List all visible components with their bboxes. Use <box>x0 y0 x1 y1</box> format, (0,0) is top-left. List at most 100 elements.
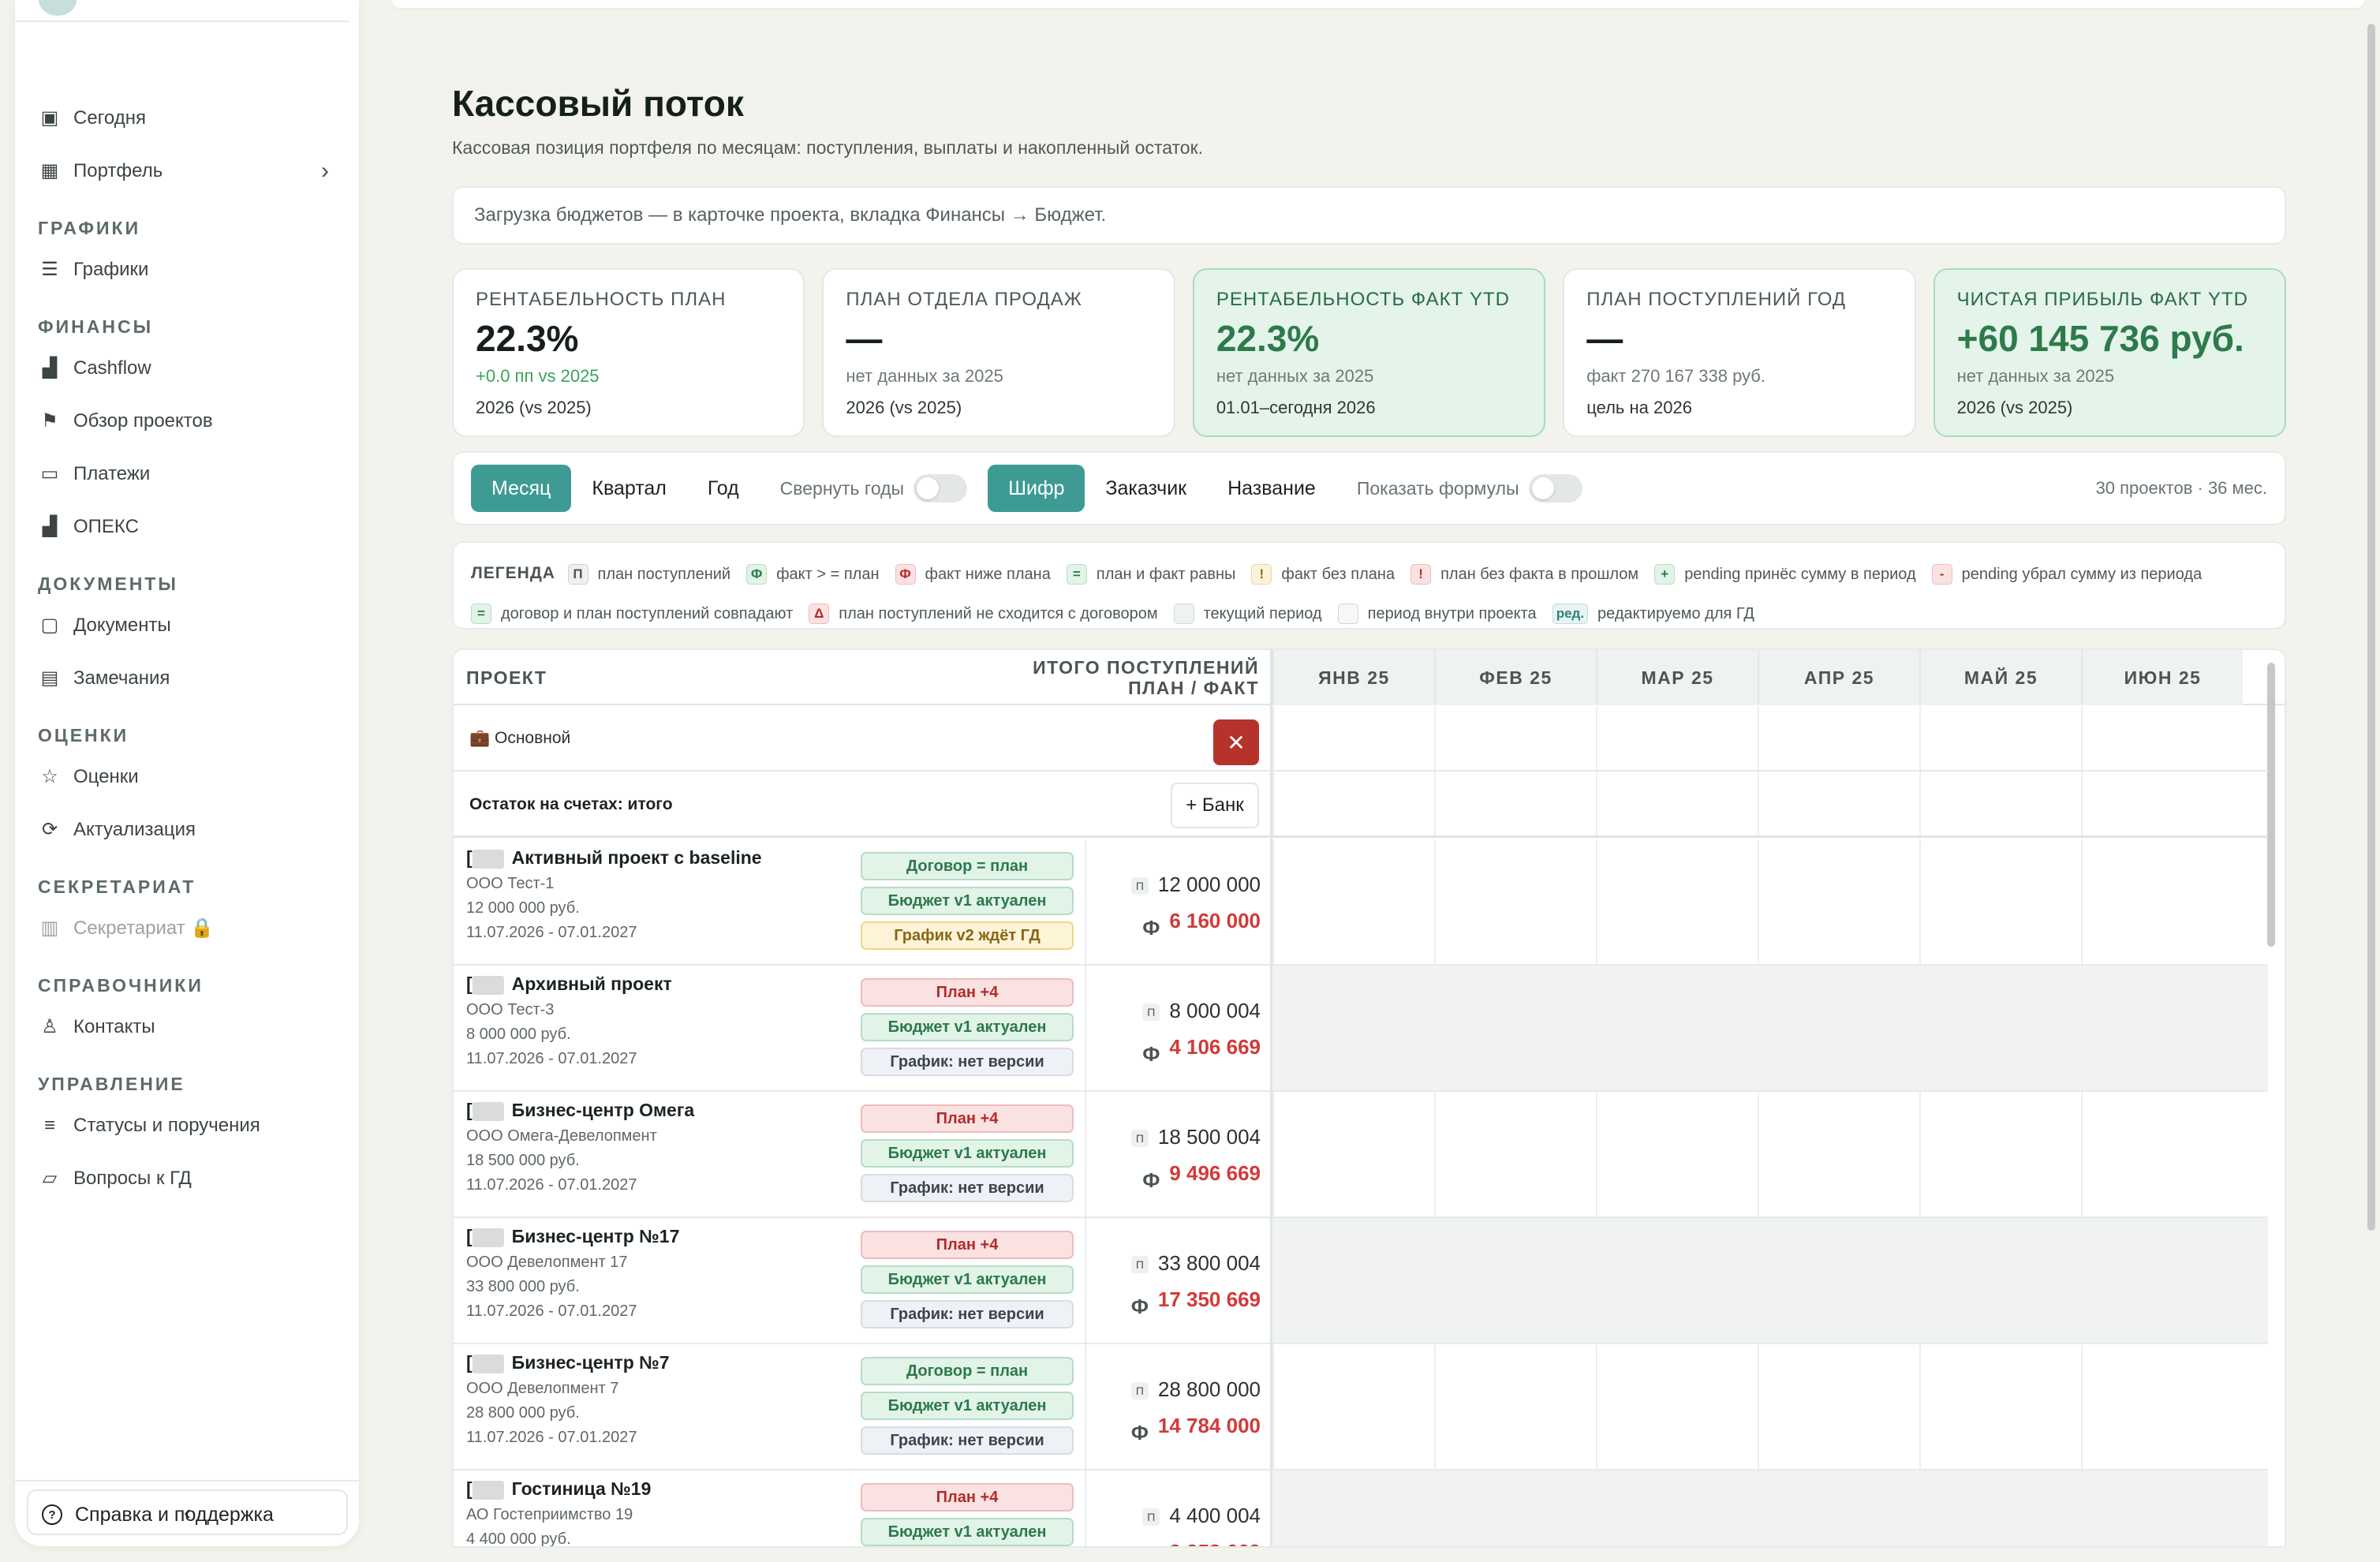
sidebar-item-замечания[interactable]: ▤ Замечания <box>15 652 359 704</box>
sidebar-item-контакты[interactable]: ♙ Контакты <box>15 1000 359 1053</box>
month-header[interactable]: АПР 25 <box>1758 650 1919 705</box>
project-name[interactable]: Бизнес-центр №17 <box>512 1226 680 1246</box>
month-header[interactable]: ЯНВ 25 <box>1272 650 1434 705</box>
month-cell[interactable] <box>1596 966 1758 1090</box>
sidebar-item-документы[interactable]: ▢ Документы <box>15 599 359 652</box>
sidebar-item-портфель[interactable]: ▦ Портфель › <box>15 144 359 197</box>
status-badge[interactable]: Бюджет v1 актуален <box>861 1265 1074 1294</box>
status-badge[interactable]: Бюджет v1 актуален <box>861 1392 1074 1420</box>
sidebar-item-платежи[interactable]: ▭ Платежи <box>15 447 359 500</box>
month-cell[interactable] <box>1919 1470 2081 1546</box>
page-scrollbar[interactable] <box>2367 24 2375 1231</box>
month-cell[interactable] <box>2081 1092 2243 1216</box>
month-cell[interactable] <box>1919 1092 2081 1216</box>
status-badge[interactable]: График: нет версии <box>861 1048 1074 1076</box>
month-cell[interactable] <box>1758 1218 1919 1343</box>
tab-name[interactable]: Название <box>1207 465 1336 512</box>
project-name[interactable]: Бизнес-центр Омега <box>512 1100 695 1120</box>
sidebar-item-оценки[interactable]: ☆ Оценки <box>15 750 359 803</box>
sidebar-item-сегодня[interactable]: ▣ Сегодня <box>15 92 359 144</box>
month-cell[interactable] <box>1434 839 1596 964</box>
month-cell[interactable] <box>1596 1470 1758 1546</box>
sidebar-item-cashflow[interactable]: ▟ Cashflow <box>15 342 359 394</box>
add-bank-button[interactable]: + Банк <box>1171 783 1259 828</box>
month-cell[interactable] <box>2081 1344 2243 1469</box>
month-cell[interactable] <box>2081 1470 2243 1546</box>
show-formulas-switch[interactable] <box>1528 474 1582 503</box>
month-cell[interactable] <box>1919 1218 2081 1343</box>
sidebar-item-актуализация[interactable]: ⟳ Актуализация <box>15 803 359 856</box>
project-row[interactable]: [Архивный проект ООО Тест-3 8 000 000 руб.… <box>454 966 1270 1092</box>
month-cell[interactable] <box>2081 966 2243 1090</box>
tab-code[interactable]: Шифр <box>988 465 1085 512</box>
month-cell[interactable] <box>2081 1218 2243 1343</box>
month-cell[interactable] <box>1272 1470 1434 1546</box>
status-badge[interactable]: План +4 <box>861 1104 1074 1133</box>
month-cell[interactable] <box>1758 1344 1919 1469</box>
status-badge[interactable]: План +4 <box>861 1483 1074 1512</box>
month-header[interactable]: МАР 25 <box>1596 650 1758 705</box>
project-row[interactable]: [Активный проект с baseline ООО Тест-1 12 … <box>454 839 1270 966</box>
sidebar-item-вопросы-к-гд[interactable]: ▱ Вопросы к ГД <box>15 1152 359 1205</box>
month-cell[interactable] <box>1434 1092 1596 1216</box>
month-cell[interactable] <box>1758 839 1919 964</box>
remove-group-button[interactable]: ✕ <box>1213 719 1259 765</box>
sidebar-item-графики[interactable]: ☰ Графики <box>15 243 359 296</box>
month-cell[interactable] <box>1272 1344 1434 1469</box>
tab-month[interactable]: Месяц <box>471 465 572 512</box>
status-badge[interactable]: План +4 <box>861 978 1074 1007</box>
project-name[interactable]: Бизнес-центр №7 <box>512 1352 670 1373</box>
status-badge[interactable]: Договор = план <box>861 1357 1074 1385</box>
project-name[interactable]: Архивный проект <box>512 973 672 994</box>
month-header[interactable]: ФЕВ 25 <box>1434 650 1596 705</box>
month-cell[interactable] <box>1758 1092 1919 1216</box>
sidebar-item-опекс[interactable]: ▟ ОПЕКС <box>15 500 359 553</box>
project-row[interactable]: [Бизнес-центр Омега ООО Омега-Девелопмент… <box>454 1092 1270 1218</box>
project-name[interactable]: Активный проект с baseline <box>512 847 762 868</box>
status-badge[interactable]: График: нет версии <box>861 1426 1074 1455</box>
project-name[interactable]: Гостиница №19 <box>512 1478 652 1499</box>
month-cell[interactable] <box>2081 839 2243 964</box>
project-row[interactable]: [Гостиница №19 АО Гостеприимство 19 4 400 … <box>454 1470 1270 1546</box>
month-cell[interactable] <box>1434 966 1596 1090</box>
month-cell[interactable] <box>1596 1344 1758 1469</box>
status-badge[interactable]: График: нет версии <box>861 1300 1074 1328</box>
tab-customer[interactable]: Заказчик <box>1085 465 1207 512</box>
status-badge[interactable]: Договор = план <box>861 852 1074 880</box>
month-cell[interactable] <box>1434 1218 1596 1343</box>
month-cell[interactable] <box>1919 1344 2081 1469</box>
tab-year[interactable]: Год <box>687 465 760 512</box>
status-badge[interactable]: Бюджет v1 актуален <box>861 1013 1074 1041</box>
status-badge[interactable]: Бюджет v1 актуален <box>861 1518 1074 1546</box>
month-header[interactable]: ИЮН 25 <box>2081 650 2243 705</box>
table-scrollbar[interactable] <box>2267 663 2275 947</box>
show-formulas-toggle[interactable]: Показать формулы <box>1357 474 1582 503</box>
status-badge[interactable]: Бюджет v1 актуален <box>861 887 1074 915</box>
month-cell[interactable] <box>1272 1218 1434 1343</box>
month-cell[interactable] <box>1596 1092 1758 1216</box>
project-row[interactable]: [Бизнес-центр №7 ООО Девелопмент 7 28 800 … <box>454 1344 1270 1470</box>
month-cell[interactable] <box>1272 839 1434 964</box>
sidebar-item-обзор-проектов[interactable]: ⚑ Обзор проектов <box>15 394 359 447</box>
month-cell[interactable] <box>1272 966 1434 1090</box>
month-cell[interactable] <box>1272 1092 1434 1216</box>
month-header[interactable]: МАЙ 25 <box>1919 650 2081 705</box>
month-cell[interactable] <box>1596 839 1758 964</box>
month-cell[interactable] <box>1596 1218 1758 1343</box>
month-cell[interactable] <box>1434 1470 1596 1546</box>
collapse-years-switch[interactable] <box>914 474 968 503</box>
sidebar-item-статусы-и-поручения[interactable]: ≡ Статусы и поручения <box>15 1099 359 1152</box>
month-cell[interactable] <box>1919 839 2081 964</box>
status-badge[interactable]: График v2 ждёт ГД <box>861 921 1074 950</box>
status-badge[interactable]: Бюджет v1 актуален <box>861 1139 1074 1168</box>
project-row[interactable]: [Бизнес-центр №17 ООО Девелопмент 17 33 80… <box>454 1218 1270 1344</box>
status-badge[interactable]: График: нет версии <box>861 1174 1074 1202</box>
tab-quarter[interactable]: Квартал <box>571 465 686 512</box>
month-cell[interactable] <box>1434 1344 1596 1469</box>
status-badge[interactable]: План +4 <box>861 1231 1074 1259</box>
collapse-years-toggle[interactable]: Свернуть годы <box>780 474 968 503</box>
month-cell[interactable] <box>1758 1470 1919 1546</box>
month-cell[interactable] <box>1919 966 2081 1090</box>
month-cell[interactable] <box>1758 966 1919 1090</box>
help-support-link[interactable]: ? Справка и поддержка <box>15 1489 359 1540</box>
